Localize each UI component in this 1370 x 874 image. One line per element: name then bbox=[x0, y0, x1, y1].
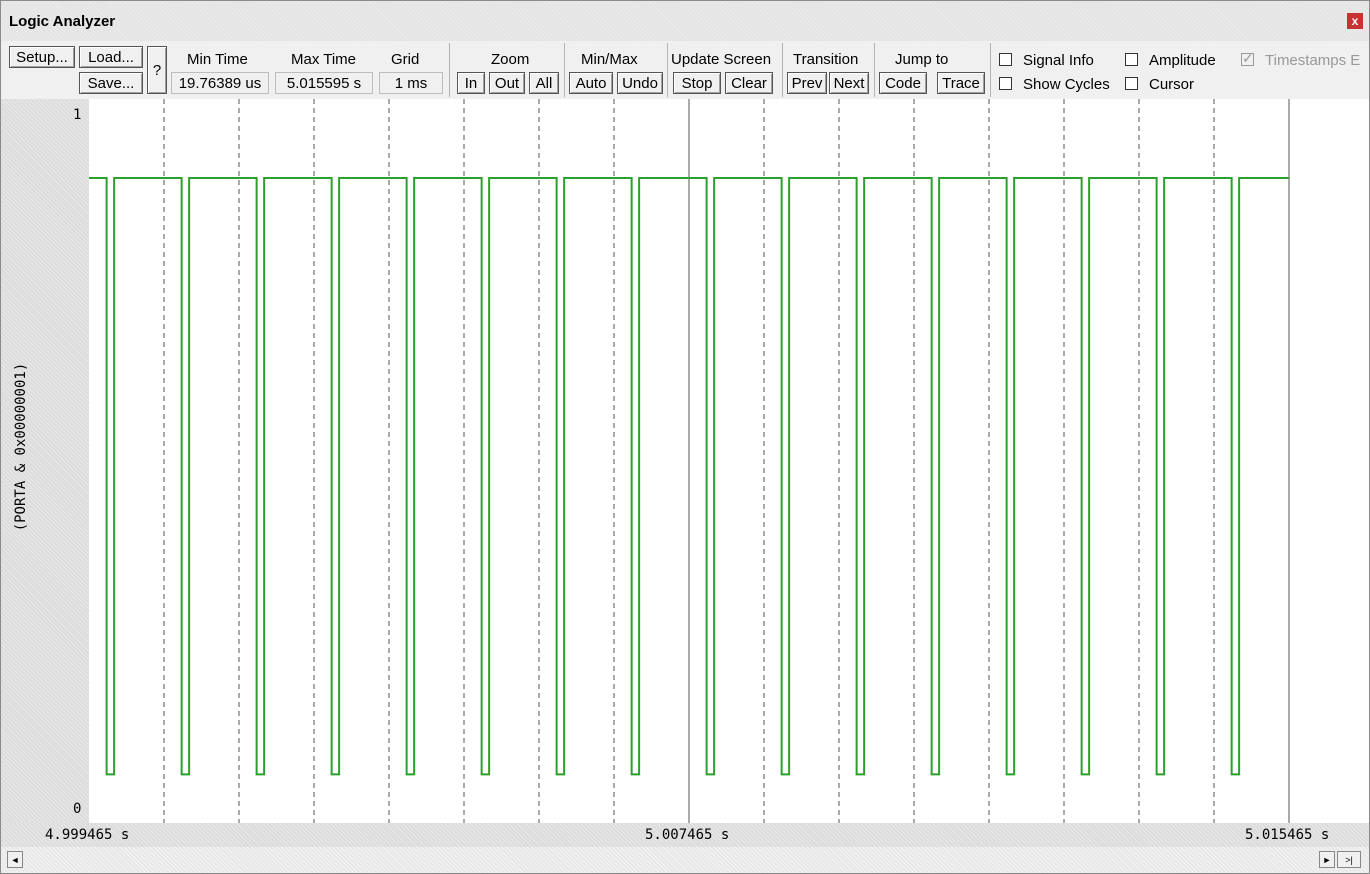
clear-button[interactable]: Clear bbox=[725, 72, 773, 94]
toolbar: Setup... Load... Save... ? Min Time 19.7… bbox=[1, 41, 1369, 100]
minmax-undo-button[interactable]: Undo bbox=[617, 72, 663, 94]
signal-info-label: Signal Info bbox=[1023, 52, 1094, 69]
signal-name[interactable]: (PORTA & 0x00000001) bbox=[13, 297, 29, 597]
separator bbox=[449, 43, 450, 97]
scroll-right-icon[interactable]: ► bbox=[1319, 851, 1335, 868]
update-screen-label: Update Screen bbox=[671, 51, 772, 68]
separator bbox=[782, 43, 783, 97]
check-icon: ✓ bbox=[1242, 50, 1254, 66]
amplitude-label: Amplitude bbox=[1149, 52, 1216, 69]
cursor-label: Cursor bbox=[1149, 76, 1195, 93]
grid-value: 1 ms bbox=[379, 72, 443, 94]
zoom-all-button[interactable]: All bbox=[529, 72, 559, 94]
transition-label: Transition bbox=[793, 51, 859, 68]
min-time-value: 19.76389 us bbox=[171, 72, 269, 94]
title-bar: Logic Analyzer x bbox=[1, 1, 1369, 41]
grid-label: Grid bbox=[391, 51, 420, 68]
show-cycles-checkbox[interactable] bbox=[999, 77, 1012, 90]
y-max-label: 1 bbox=[73, 107, 82, 123]
time-label-right: 5.015465 s bbox=[1245, 827, 1330, 843]
waveform-canvas[interactable] bbox=[89, 99, 1369, 823]
stop-button[interactable]: Stop bbox=[673, 72, 721, 94]
y-min-label: 0 bbox=[73, 801, 82, 817]
zoom-label: Zoom bbox=[491, 51, 530, 68]
separator bbox=[667, 43, 668, 97]
amplitude-checkbox[interactable] bbox=[1125, 53, 1138, 66]
window-title: Logic Analyzer bbox=[9, 13, 116, 30]
signal-info-checkbox[interactable] bbox=[999, 53, 1012, 66]
scroll-left-icon[interactable]: ◄ bbox=[7, 851, 23, 868]
load-button[interactable]: Load... bbox=[79, 46, 143, 68]
horizontal-scrollbar[interactable]: ◄ ► >| bbox=[1, 847, 1369, 873]
max-time-label: Max Time bbox=[291, 51, 357, 68]
max-time-value: 5.015595 s bbox=[275, 72, 373, 94]
setup-button[interactable]: Setup... bbox=[9, 46, 75, 68]
jump-trace-button[interactable]: Trace bbox=[937, 72, 985, 94]
minmax-auto-button[interactable]: Auto bbox=[569, 72, 613, 94]
show-cycles-label: Show Cycles bbox=[1023, 76, 1110, 93]
logic-analyzer-window: Logic Analyzer x Setup... Load... Save..… bbox=[0, 0, 1370, 874]
minmax-label: Min/Max bbox=[581, 51, 638, 68]
jump-code-button[interactable]: Code bbox=[879, 72, 927, 94]
close-icon[interactable]: x bbox=[1347, 13, 1363, 29]
signal-name-panel: 1 0 (PORTA & 0x00000001) bbox=[1, 99, 89, 823]
plot-area: 1 0 (PORTA & 0x00000001) bbox=[1, 99, 1369, 823]
separator bbox=[990, 43, 991, 97]
next-button[interactable]: Next bbox=[829, 72, 869, 94]
time-label-left: 4.999465 s bbox=[45, 827, 130, 843]
zoom-in-button[interactable]: In bbox=[457, 72, 485, 94]
prev-button[interactable]: Prev bbox=[787, 72, 827, 94]
separator bbox=[874, 43, 875, 97]
time-label-mid: 5.007465 s bbox=[645, 827, 730, 843]
timestamps-label: Timestamps E bbox=[1265, 52, 1361, 69]
min-time-label: Min Time bbox=[187, 51, 248, 68]
cursor-checkbox[interactable] bbox=[1125, 77, 1138, 90]
time-axis: 4.999465 s 5.007465 s 5.015465 s bbox=[1, 823, 1369, 847]
jump-to-label: Jump to bbox=[895, 51, 949, 68]
timestamps-checkbox[interactable]: ✓ bbox=[1241, 50, 1254, 66]
zoom-out-button[interactable]: Out bbox=[489, 72, 525, 94]
scroll-end-icon[interactable]: >| bbox=[1337, 851, 1361, 868]
separator bbox=[564, 43, 565, 97]
help-button[interactable]: ? bbox=[147, 46, 167, 94]
save-button[interactable]: Save... bbox=[79, 72, 143, 94]
